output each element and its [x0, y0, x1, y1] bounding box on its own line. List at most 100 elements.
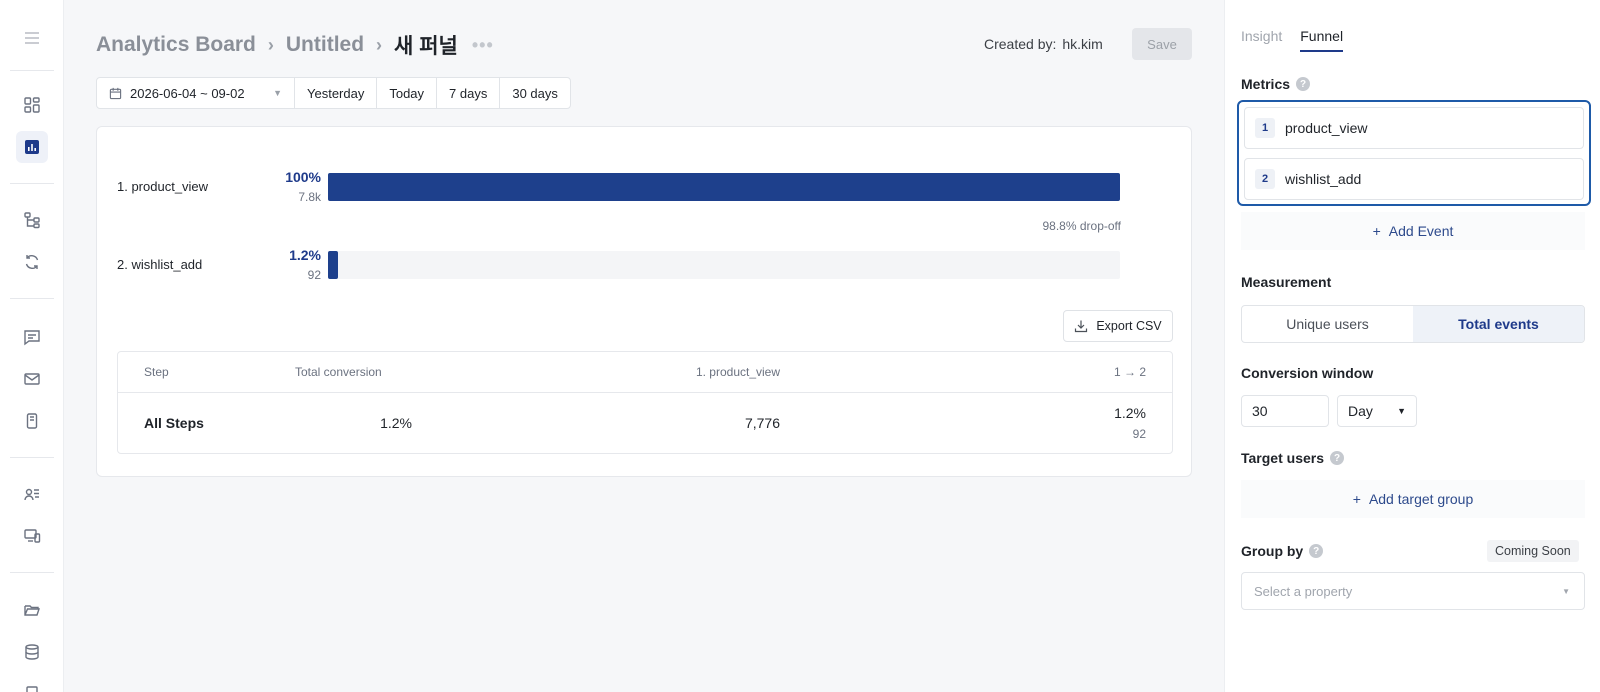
folder-open-icon[interactable]	[16, 594, 48, 626]
metrics-title-text: Metrics	[1241, 76, 1291, 92]
funnel-step-label: 1. product_view	[117, 179, 209, 194]
preset-7-days[interactable]: 7 days	[437, 78, 501, 108]
funnel-table: Step Total conversion 1. product_view 1 …	[117, 351, 1173, 454]
tab-funnel[interactable]: Funnel	[1300, 28, 1344, 52]
funnel-step-label: 2. wishlist_add	[117, 257, 203, 272]
dropoff-label: 98.8% drop-off	[1042, 219, 1122, 233]
group-by-property-select[interactable]: Select a property ▼	[1241, 572, 1585, 610]
breadcrumb-board[interactable]: Analytics Board	[96, 33, 256, 57]
save-button[interactable]: Save	[1132, 28, 1192, 60]
add-event-button[interactable]: + Add Event	[1241, 212, 1585, 250]
measurement-unique-users[interactable]: Unique users	[1242, 306, 1413, 342]
metric-item[interactable]: 1 product_view	[1244, 107, 1584, 149]
page-title[interactable]: 새 퍼널	[394, 30, 458, 60]
measurement-toggle: Unique users Total events	[1241, 305, 1585, 343]
more-icon[interactable]: •••	[472, 35, 494, 56]
group-by-title-text: Group by	[1241, 543, 1304, 559]
created-by: Created by: hk.kim	[984, 36, 1103, 52]
analytics-icon[interactable]	[16, 131, 48, 163]
conversion-window-unit: Day	[1348, 403, 1373, 419]
add-target-group-label: Add target group	[1368, 491, 1474, 507]
refresh-icon[interactable]	[16, 246, 48, 278]
mobile-icon[interactable]	[16, 405, 48, 437]
metric-number: 2	[1255, 169, 1275, 189]
target-users-title: Target users ?	[1241, 450, 1344, 466]
conversion-window-title: Conversion window	[1241, 365, 1373, 381]
chevron-right-icon: ›	[267, 34, 274, 55]
menu-icon[interactable]	[16, 22, 48, 54]
column-header-step1-to-2: 1 → 2	[1113, 365, 1146, 379]
preset-30-days[interactable]: 30 days	[500, 78, 570, 108]
row-total-conversion: 1.2%	[380, 415, 412, 431]
funnel-bar-track[interactable]	[328, 173, 1120, 201]
export-csv-label: Export CSV	[1096, 319, 1162, 333]
rail-divider	[10, 457, 54, 458]
metrics-title: Metrics ?	[1241, 76, 1311, 92]
main-area: Analytics Board › Untitled › 새 퍼널 ••• Cr…	[64, 0, 1224, 692]
row-step2-count: 92	[1132, 427, 1146, 441]
date-range-picker[interactable]: 2026-06-04 ~ 09-02 ▼	[97, 78, 295, 108]
user-list-icon[interactable]	[16, 478, 48, 510]
plus-icon: +	[1352, 491, 1361, 507]
rail-divider	[10, 572, 54, 573]
chevron-down-icon: ▼	[1562, 586, 1570, 596]
measurement-title-text: Measurement	[1241, 274, 1332, 290]
mail-icon[interactable]	[16, 363, 48, 395]
funnel-step-count: 92	[307, 268, 321, 282]
funnel-bar-track[interactable]	[328, 251, 1120, 279]
metric-name: wishlist_add	[1285, 171, 1362, 187]
export-csv-button[interactable]: Export CSV	[1063, 310, 1173, 342]
funnel-bar	[328, 251, 338, 279]
target-users-title-text: Target users	[1241, 450, 1324, 466]
breadcrumb-page[interactable]: Untitled	[286, 33, 364, 57]
message-icon[interactable]	[16, 321, 48, 353]
add-target-group-button[interactable]: + Add target group	[1241, 480, 1585, 518]
download-icon	[1075, 320, 1088, 333]
chevron-down-icon: ▼	[1397, 406, 1406, 416]
column-header-total-conversion: Total conversion	[295, 365, 382, 379]
help-icon[interactable]: ?	[1296, 77, 1311, 91]
metric-number: 1	[1255, 118, 1275, 138]
dashboard-icon[interactable]	[16, 89, 48, 121]
metric-item[interactable]: 2 wishlist_add	[1244, 158, 1584, 200]
chevron-down-icon: ▼	[273, 88, 282, 98]
funnel-bar	[328, 173, 1120, 201]
left-rail	[0, 0, 64, 692]
calendar-icon	[109, 87, 122, 99]
funnel-card: 1. product_view 100% 7.8k 98.8% drop-off…	[96, 126, 1192, 477]
database-icon[interactable]	[16, 636, 48, 668]
property-placeholder: Select a property	[1254, 583, 1353, 599]
row-step1-value: 7,776	[744, 415, 780, 431]
column-header-step1: 1. product_view	[695, 365, 780, 379]
flow-icon[interactable]	[16, 204, 48, 236]
measurement-title: Measurement	[1241, 274, 1331, 290]
plus-icon: +	[1372, 223, 1381, 239]
chevron-right-icon: ›	[376, 34, 383, 55]
add-event-label: Add Event	[1388, 223, 1454, 239]
rail-divider	[10, 70, 54, 71]
help-icon[interactable]: ?	[1309, 544, 1324, 558]
metric-name: product_view	[1285, 120, 1368, 136]
date-range-value: 2026-06-04 ~ 09-02	[130, 85, 245, 101]
breadcrumb: Analytics Board › Untitled › 새 퍼널 •••	[96, 30, 494, 60]
rail-divider	[10, 298, 54, 299]
table-header: Step Total conversion 1. product_view 1 …	[118, 352, 1172, 393]
funnel-step-percent: 100%	[285, 169, 321, 185]
row-step2-percent: 1.2%	[1114, 405, 1146, 421]
panel-tabs: Insight Funnel	[1241, 28, 1344, 52]
metrics-list: 1 product_view 2 wishlist_add	[1237, 100, 1591, 206]
date-filter-bar: 2026-06-04 ~ 09-02 ▼ Yesterday Today 7 d…	[96, 77, 571, 109]
funnel-step-count: 7.8k	[298, 190, 321, 204]
tab-insight[interactable]: Insight	[1241, 28, 1282, 52]
document-icon[interactable]	[16, 678, 48, 692]
row-step: All Steps	[144, 415, 204, 431]
preset-today[interactable]: Today	[377, 78, 438, 108]
devices-icon[interactable]	[16, 520, 48, 552]
measurement-total-events[interactable]: Total events	[1413, 306, 1584, 342]
created-by-label: Created by:	[984, 36, 1057, 52]
coming-soon-badge: Coming Soon	[1487, 540, 1579, 562]
conversion-window-input[interactable]	[1241, 395, 1329, 427]
conversion-window-unit-select[interactable]: Day ▼	[1337, 395, 1417, 427]
help-icon[interactable]: ?	[1330, 451, 1344, 465]
preset-yesterday[interactable]: Yesterday	[295, 78, 378, 108]
